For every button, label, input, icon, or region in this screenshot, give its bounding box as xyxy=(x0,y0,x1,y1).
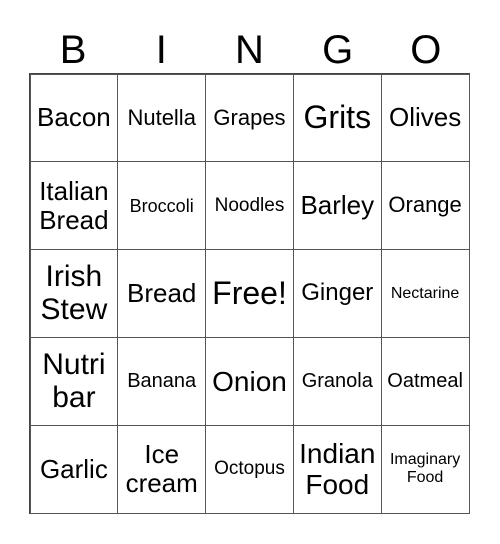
bingo-cell[interactable]: Orange xyxy=(380,161,470,251)
bingo-cell[interactable]: Olives xyxy=(380,73,470,163)
bingo-cell[interactable]: Irish Stew xyxy=(29,249,119,338)
bingo-cell[interactable]: Nectarine xyxy=(380,249,470,338)
bingo-cell[interactable]: Ginger xyxy=(292,249,382,338)
bingo-cell[interactable]: Grits xyxy=(292,73,382,163)
bingo-cell[interactable]: Banana xyxy=(117,336,207,426)
header-letter: N xyxy=(235,28,264,72)
bingo-cell[interactable]: Italian Bread xyxy=(29,161,119,251)
header-letter: G xyxy=(322,28,354,72)
bingo-header: B I N G O xyxy=(29,26,470,74)
bingo-cell[interactable]: Bacon xyxy=(29,73,119,163)
bingo-grid: Bacon Nutella Grapes Grits Olives Italian Bre… xyxy=(29,73,470,514)
bingo-cell[interactable]: Onion xyxy=(205,336,294,426)
header-letter: B xyxy=(59,28,87,72)
bingo-cell[interactable]: Garlic xyxy=(29,424,119,514)
bingo-cell[interactable]: Grapes xyxy=(205,73,294,163)
header-letter: I xyxy=(155,28,167,72)
bingo-cell[interactable]: Oatmeal xyxy=(380,336,470,426)
bingo-cell[interactable]: Nutri bar xyxy=(29,336,119,426)
bingo-cell[interactable]: Noodles xyxy=(205,161,294,251)
bingo-cell[interactable]: Nutella xyxy=(117,73,207,163)
bingo-cell[interactable]: Imaginary Food xyxy=(380,424,470,514)
header-letter: O xyxy=(410,28,442,72)
bingo-cell[interactable]: Granola xyxy=(292,336,382,426)
bingo-cell[interactable]: Indian Food xyxy=(292,424,382,514)
bingo-cell[interactable]: Broccoli xyxy=(117,161,207,251)
bingo-cell[interactable]: Barley xyxy=(292,161,382,251)
bingo-cell[interactable]: Bread xyxy=(117,249,207,338)
bingo-cell[interactable]: Octopus xyxy=(205,424,294,514)
bingo-cell[interactable]: Ice cream xyxy=(117,424,207,514)
bingo-cell[interactable]: Free! xyxy=(205,249,294,338)
